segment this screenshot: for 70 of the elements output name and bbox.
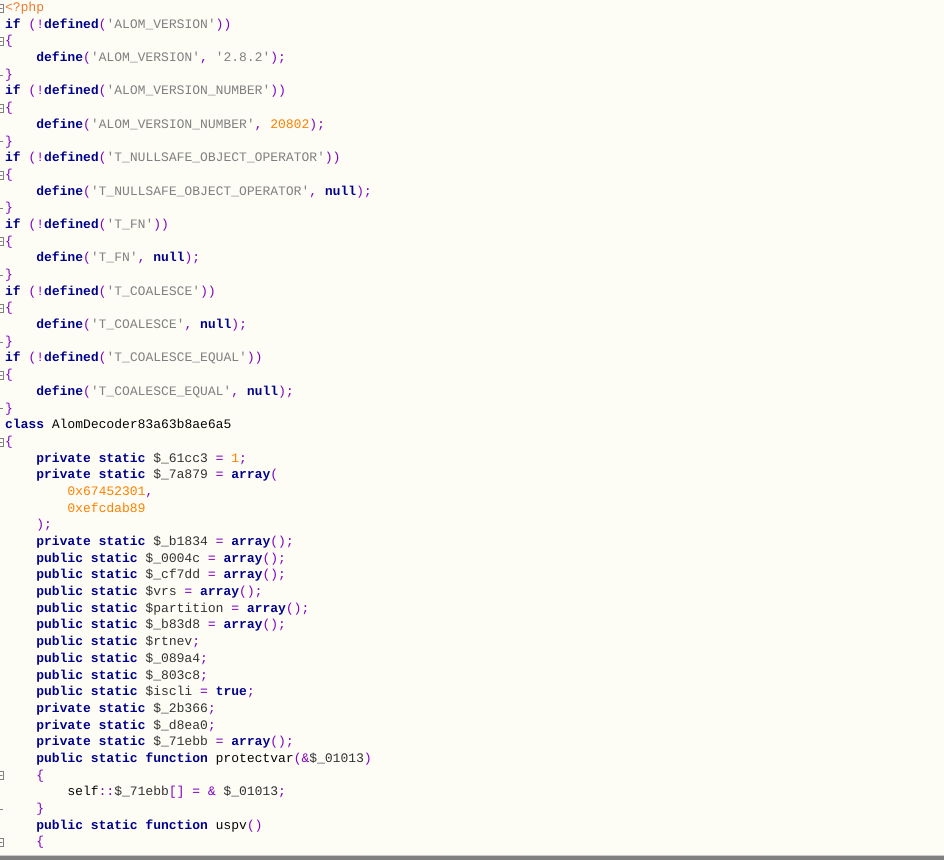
fold-end-icon	[0, 274, 4, 277]
code-line: if (!defined('T_COALESCE_EQUAL'))	[5, 350, 262, 368]
fold-end-icon	[0, 74, 4, 77]
code-line: if (!defined('ALOM_VERSION'))	[5, 16, 232, 34]
code-line: }	[5, 334, 13, 350]
code-line: );	[35, 517, 52, 534]
code-line: }	[5, 200, 13, 217]
code-line: 0xefcdab89	[66, 500, 146, 518]
code-line: {	[5, 234, 13, 250]
code-line: {	[5, 100, 13, 117]
fold-box-icon[interactable]	[0, 304, 4, 314]
code-line: public static function uspv()	[35, 818, 262, 834]
code-line: private static $_d8ea0;	[35, 718, 216, 734]
fold-end-icon	[0, 340, 4, 344]
code-line: public static $vrs = array();	[35, 584, 262, 601]
fold-end-icon	[0, 140, 4, 144]
code-line: public static $_0004c = array();	[35, 550, 286, 568]
code-line: define('T_FN', null);	[35, 250, 200, 268]
code-line: define('T_NULLSAFE_OBJECT_OPERATOR', null);	[35, 184, 372, 200]
code-line: }	[5, 134, 13, 150]
fold-end-icon	[0, 808, 4, 811]
fold-box-icon[interactable]	[0, 771, 4, 780]
fold-box-icon[interactable]	[0, 104, 4, 113]
code-line: if (!defined('T_FN'))	[5, 216, 169, 234]
code-line: if (!defined('T_NULLSAFE_OBJECT_OPERATOR'))	[5, 150, 340, 167]
fold-box-icon[interactable]	[0, 237, 4, 246]
code-line: private static $_61cc3 = 1;	[35, 450, 247, 468]
code-line: 0x67452301,	[66, 484, 154, 501]
code-line: public static $partition = array();	[35, 600, 310, 618]
code-line: public static function protectvar(&$_01013)	[35, 750, 372, 768]
code-line: class AlomDecoder83a63b8ae6a5	[5, 417, 232, 434]
code-line: {	[35, 834, 44, 852]
code-line: define('ALOM_VERSION_NUMBER', 20802);	[35, 116, 325, 134]
fold-box-icon[interactable]	[0, 438, 4, 447]
code-line: public static $_089a4;	[35, 650, 208, 668]
code-line: {	[5, 434, 13, 451]
fold-box-icon[interactable]	[0, 838, 4, 848]
code-line: self::$_71ebb[] = & $_01013;	[66, 784, 286, 802]
fold-box-icon[interactable]	[0, 170, 4, 180]
code-line: public static $iscli = true;	[35, 684, 255, 701]
code-line: }	[5, 267, 13, 284]
fold-box-icon[interactable]	[0, 370, 4, 380]
code-line: {	[5, 300, 13, 318]
code-line: if (!defined('ALOM_VERSION_NUMBER'))	[5, 83, 286, 100]
code-line: {	[5, 33, 13, 50]
code-line: public static $_b83d8 = array();	[35, 617, 286, 634]
code-line: {	[35, 768, 44, 784]
fold-box-icon[interactable]	[0, 4, 4, 13]
code-line: private static $_2b366;	[35, 700, 216, 718]
code-line: }	[35, 801, 44, 818]
code-line: define('ALOM_VERSION', '2.8.2');	[35, 50, 286, 67]
code-line: define('T_COALESCE_EQUAL', null);	[35, 384, 294, 401]
code-line: if (!defined('T_COALESCE'))	[5, 284, 216, 300]
code-editor[interactable]	[0, 0, 944, 860]
code-line: public static $rtnev;	[35, 634, 200, 651]
fold-end-icon	[0, 207, 4, 210]
code-line: private static $_b1834 = array();	[35, 534, 294, 551]
code-line: {	[5, 367, 13, 384]
code-line: }	[5, 66, 13, 84]
code-line: private static $_71ebb = array();	[35, 734, 294, 751]
code-line: }	[5, 400, 13, 418]
code-line: {	[5, 166, 13, 184]
code-line: public static $_803c8;	[35, 668, 208, 684]
fold-box-icon[interactable]	[0, 37, 4, 46]
code-line: private static $_7a879 = array(	[35, 467, 278, 484]
code-line: define('T_COALESCE', null);	[35, 317, 247, 334]
code-line: public static $_cf7dd = array();	[35, 567, 286, 584]
code-line: <?php	[5, 0, 44, 17]
horizontal-scrollbar[interactable]	[0, 855, 944, 860]
fold-end-icon	[0, 407, 4, 410]
